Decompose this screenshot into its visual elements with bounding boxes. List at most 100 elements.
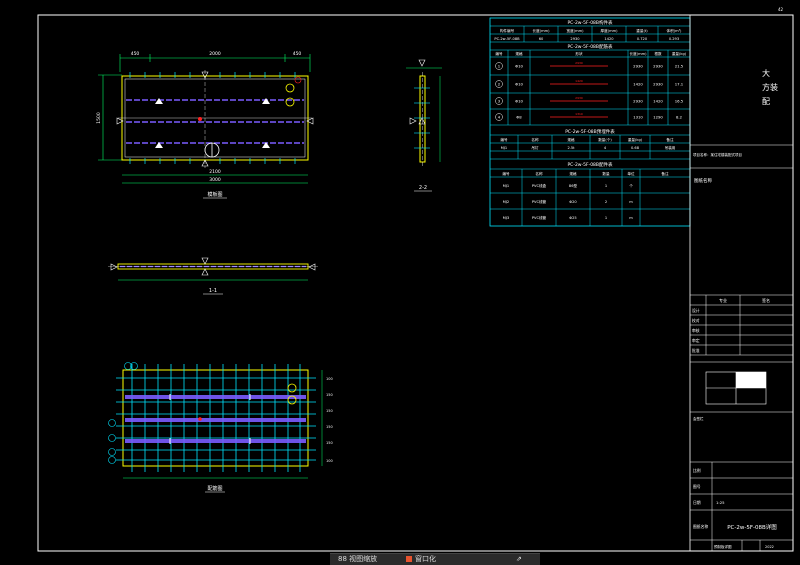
rebar-r2-len: 1420 <box>633 82 643 87</box>
component-table-title: PC-2w-5F-08B构件表 <box>567 19 613 26</box>
top-dim-3: 450 <box>293 51 302 57</box>
rebar-view-label: 配筋图 <box>207 485 222 492</box>
comp-c0: PC-2w-5F-08B <box>494 37 520 41</box>
svg-text:150: 150 <box>326 441 333 445</box>
comp-c2: 2930 <box>570 37 580 41</box>
comp-h5: 体积(m³) <box>667 28 683 33</box>
cad-drawing-canvas[interactable]: 450 2000 450 1500 2100 3000 模板图 2-2 1-1 … <box>0 0 800 564</box>
page-label: 42 <box>778 7 784 12</box>
date-value: 2022 <box>765 545 774 549</box>
plan-view: 450 2000 450 1500 2100 3000 模板图 <box>96 51 314 199</box>
inner-width-dim: 2100 <box>209 169 221 175</box>
rebar-h2: 形状 <box>575 51 583 56</box>
sheet-name: PC-2w-5F-08B详图 <box>727 523 777 531</box>
parts-r3c3: 1 <box>605 216 607 220</box>
footer-label: 预制板详图 <box>714 544 732 549</box>
sign-row-3: 审核 <box>692 328 700 333</box>
parts-h5: 备注 <box>661 171 669 176</box>
rebar-r2-spec: Φ10 <box>515 82 523 87</box>
company-line3: 配 <box>762 97 770 106</box>
scale-label: 比例 <box>693 468 701 473</box>
sign-header-b: 签名 <box>762 297 770 303</box>
sign-row-1: 设计 <box>692 308 700 313</box>
embed-h2: 规格 <box>567 137 575 142</box>
rebar-r4-count: 1290 <box>653 115 663 120</box>
parts-r3c0: MJ3 <box>503 216 509 220</box>
rebar-r1-w: 21.5 <box>675 64 684 69</box>
section-1-1: 1-1 <box>108 257 318 295</box>
drawing-frame <box>37 14 794 552</box>
rebar-r3-spec: Φ10 <box>515 99 523 104</box>
comp-h3: 厚度(mm) <box>601 28 619 33</box>
embed-h5: 备注 <box>666 137 674 142</box>
rebar-r1-no: 1 <box>498 64 501 69</box>
section-b-label: 2-2 <box>419 185 427 191</box>
embed-h0: 编号 <box>500 137 508 142</box>
comp-h2: 宽度(mm) <box>567 28 585 33</box>
rebar-r2-no: 2 <box>498 82 501 87</box>
parts-r2c1: PVC线管 <box>532 199 547 204</box>
stamp-label: 会签栏 <box>693 416 704 421</box>
comp-c4: 0.720 <box>637 37 648 41</box>
parts-r3c1: PVC线管 <box>532 215 547 220</box>
overall-width-dim: 3000 <box>209 177 221 183</box>
svg-text:2930: 2930 <box>575 96 583 100</box>
svg-text:100: 100 <box>326 377 333 381</box>
parts-r1c4: 个 <box>629 183 633 188</box>
svg-text:2930: 2930 <box>575 61 583 65</box>
parts-h0: 编号 <box>502 171 510 176</box>
tables-group: PC-2w-5F-08B构件表 构件编号 长度(mm) 宽度(mm) 厚度(mm… <box>489 17 691 227</box>
sheet-label: 图纸名称 <box>693 524 708 529</box>
embed-table-title: PC-2w-5F-08B预埋件表 <box>565 128 615 135</box>
top-dim-2: 2000 <box>209 51 221 57</box>
parts-r1c1: PVC线盒 <box>532 183 547 188</box>
building-label: 图纸名称 <box>694 177 712 184</box>
section-2-2: 2-2 <box>406 59 442 192</box>
parts-h2: 规格 <box>569 171 577 176</box>
svg-text:150: 150 <box>326 393 333 397</box>
section-a-label: 1-1 <box>209 288 217 294</box>
rebar-view: 100 150 150 150 150 100 配筋图 <box>108 362 333 493</box>
parts-r2c2: Φ20 <box>569 200 577 204</box>
rebar-r1-count: 2930 <box>653 64 663 69</box>
parts-r3c4: m <box>629 216 633 220</box>
sign-row-5: 批准 <box>692 348 700 353</box>
parts-table-title: PC-2w-5F-08B配件表 <box>567 161 613 168</box>
company-line1: 大 <box>762 68 770 78</box>
comp-c5: 0.293 <box>669 37 679 41</box>
project-note: 项目名称：某住宅楼装配式项目 <box>693 152 742 157</box>
sign-row-2: 校对 <box>692 318 700 323</box>
parts-h4: 单位 <box>627 171 635 176</box>
rebar-r4-w: 8.2 <box>676 115 683 120</box>
rebar-r2-count: 2930 <box>653 82 663 87</box>
external-link-icon[interactable]: ⇗ <box>516 555 522 564</box>
embed-h3: 数量(个) <box>598 137 612 142</box>
rebar-r3-count: 1420 <box>653 99 663 104</box>
rebar-table-title: PC-2w-5F-08B配筋表 <box>567 43 613 50</box>
parts-r2c4: m <box>629 200 633 204</box>
rebar-h5: 重量(kg) <box>672 51 687 56</box>
window-mode-icon <box>406 556 412 562</box>
sign-row-4: 审定 <box>692 338 700 343</box>
parts-r3c2: Φ25 <box>569 216 576 220</box>
title-block: 大 方装 配 项目名称：某住宅楼装配式项目 图纸名称 专业 签名 设计 校对 审… <box>689 7 793 551</box>
rebar-h0: 编号 <box>495 51 503 56</box>
rebar-r3-w: 16.5 <box>675 99 684 104</box>
rebar-r3-no: 3 <box>498 99 501 104</box>
rebar-r4-spec: Φ8 <box>516 115 522 120</box>
top-dim-1: 450 <box>131 51 140 57</box>
svg-text:150: 150 <box>326 409 333 413</box>
zoom-view-button[interactable]: 88 视图缩放 <box>338 555 377 564</box>
svg-text:100: 100 <box>326 459 333 463</box>
parts-r1c2: 86型 <box>569 183 578 188</box>
embed-c0: MJ1 <box>501 146 507 150</box>
rebar-r2-w: 17.1 <box>675 82 684 87</box>
rebar-r4-len: 1310 <box>633 115 643 120</box>
comp-c3: 1420 <box>604 37 614 41</box>
rebar-r3-len: 2930 <box>633 99 643 104</box>
embed-h4: 重量(kg) <box>628 137 643 142</box>
svg-text:1310: 1310 <box>575 112 583 116</box>
parts-r2c3: 2 <box>605 200 607 204</box>
embed-c2: 2.5t <box>567 146 575 150</box>
rebar-h3: 长度(mm) <box>630 51 648 56</box>
